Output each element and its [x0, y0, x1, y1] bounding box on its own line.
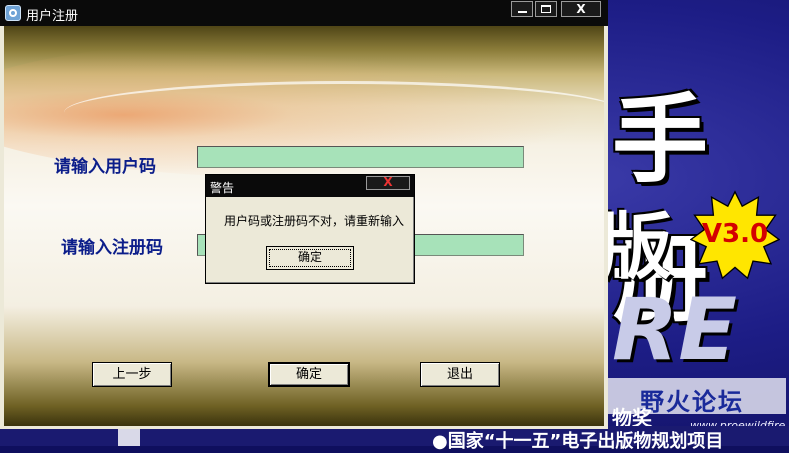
decorative-swoosh-line — [64, 81, 604, 144]
minimize-button[interactable] — [511, 1, 533, 17]
alert-titlebar[interactable]: 警告 X — [206, 175, 414, 197]
poster-left-strip — [118, 429, 140, 446]
alert-close-button[interactable]: X — [366, 176, 410, 190]
window-titlebar[interactable]: 用户注册 X — [0, 0, 608, 26]
alert-title: 警告 — [210, 181, 235, 195]
prev-step-button[interactable]: 上一步 — [92, 362, 172, 387]
alert-dialog: 警告 X 用户码或注册码不对，请重新输入 确定 — [205, 174, 415, 284]
close-button[interactable]: X — [561, 1, 601, 17]
alert-message: 用户码或注册码不对，请重新输入 — [224, 214, 405, 228]
exit-button[interactable]: 退出 — [420, 362, 500, 387]
window-title: 用户注册 — [26, 9, 79, 24]
alert-ok-button[interactable]: 确定 — [266, 246, 354, 270]
confirm-button[interactable]: 确定 — [268, 362, 350, 387]
poster-edition: 版 — [600, 205, 673, 289]
alert-ok-label: 确定 — [297, 250, 322, 264]
app-icon — [5, 5, 21, 21]
version-badge: V3.0 — [701, 219, 769, 249]
user-code-input[interactable] — [197, 146, 524, 168]
maximize-button[interactable] — [535, 1, 557, 17]
poster-wordmark: RE — [612, 280, 737, 380]
reg-code-label: 请输入注册码 — [61, 238, 163, 258]
poster-bottom-caption: ●国家“十一五”电子出版物规划项目 — [432, 431, 724, 452]
user-code-label: 请输入用户码 — [54, 157, 156, 177]
forum-watermark-title: 野火论坛 — [640, 387, 744, 416]
